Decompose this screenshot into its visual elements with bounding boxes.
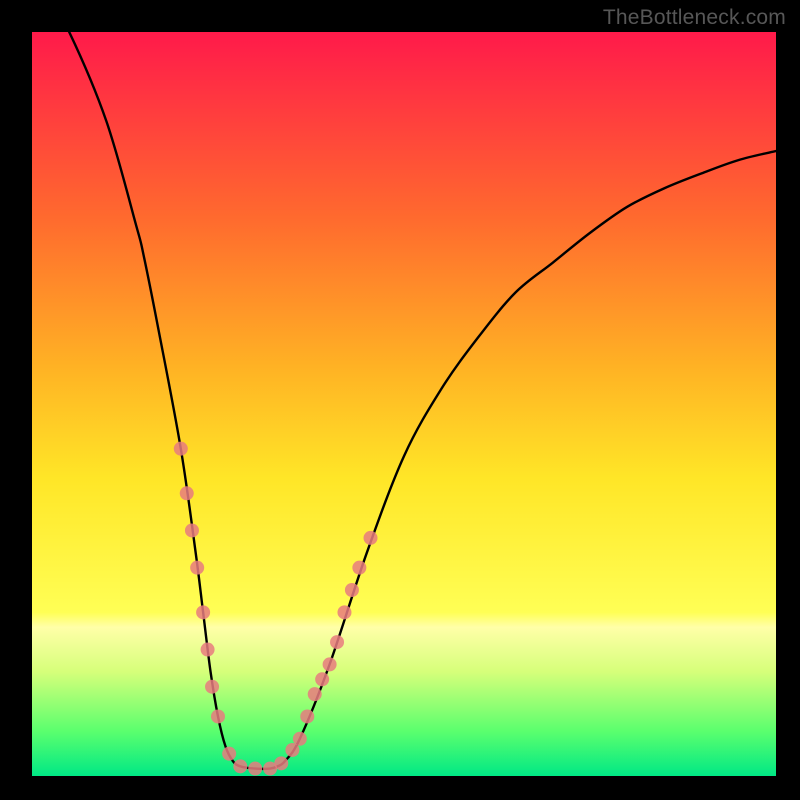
bottleneck-dot [248,762,262,776]
bottleneck-dot [174,442,188,456]
plot-area [32,32,776,776]
bottleneck-dot [293,732,307,746]
watermark-text: TheBottleneck.com [603,6,786,30]
chart-stage: TheBottleneck.com [0,0,800,800]
bottleneck-curve [32,32,776,769]
bottleneck-dot [330,635,344,649]
bottleneck-dot [274,756,288,770]
bottleneck-dot [233,759,247,773]
bottleneck-dot [196,605,210,619]
bottleneck-dot [352,561,366,575]
bottleneck-dot [201,643,215,657]
bottleneck-dot [300,709,314,723]
bottleneck-dot [345,583,359,597]
bottleneck-dot [185,523,199,537]
bottleneck-dot [190,561,204,575]
bottleneck-dot [315,672,329,686]
bottleneck-dot [323,657,337,671]
bottleneck-dot [222,747,236,761]
bottleneck-dot [337,605,351,619]
chart-svg [32,32,776,776]
bottleneck-dot [364,531,378,545]
bottleneck-scatter [174,442,378,776]
bottleneck-dot [211,709,225,723]
bottleneck-dot [180,486,194,500]
bottleneck-dot [205,680,219,694]
bottleneck-dot [308,687,322,701]
